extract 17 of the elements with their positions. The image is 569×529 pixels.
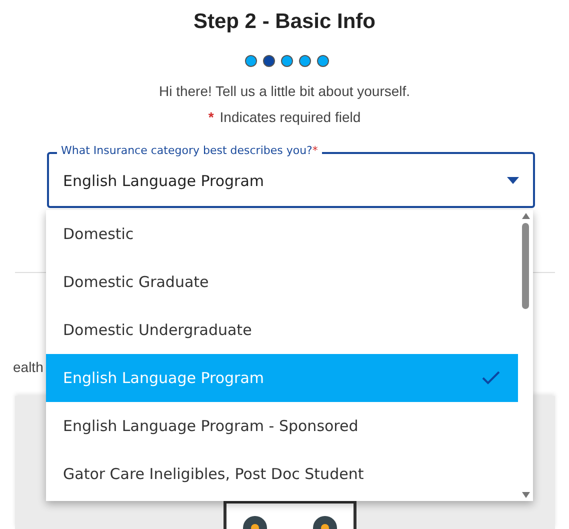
dropdown-option[interactable]: Gator Care Ineligibles, Post Doc Student xyxy=(46,450,518,498)
background-text: ealth xyxy=(13,359,44,375)
scroll-up-icon[interactable] xyxy=(522,213,530,219)
dropdown-option[interactable]: Domestic Undergraduate xyxy=(46,306,518,354)
field-label: What Insurance category best describes you?* xyxy=(57,144,322,157)
step-title: Step 2 - Basic Info xyxy=(192,9,377,34)
selected-value: English Language Program xyxy=(63,172,266,190)
scroll-down-icon[interactable] xyxy=(522,492,530,498)
check-icon xyxy=(482,371,500,385)
caret-icon xyxy=(507,176,519,184)
required-note: Indicates required field xyxy=(220,109,361,125)
dropdown-option[interactable]: English Language Program - Sponsored xyxy=(46,402,518,450)
dropdown-option[interactable]: Domestic Graduate xyxy=(46,258,518,306)
dropdown-option[interactable]: Domestic xyxy=(46,210,518,258)
required-asterisk: * xyxy=(208,109,214,125)
intro-text: Hi there! Tell us a little bit about yourself. xyxy=(158,83,412,99)
scrollbar-thumb[interactable] xyxy=(522,223,529,309)
